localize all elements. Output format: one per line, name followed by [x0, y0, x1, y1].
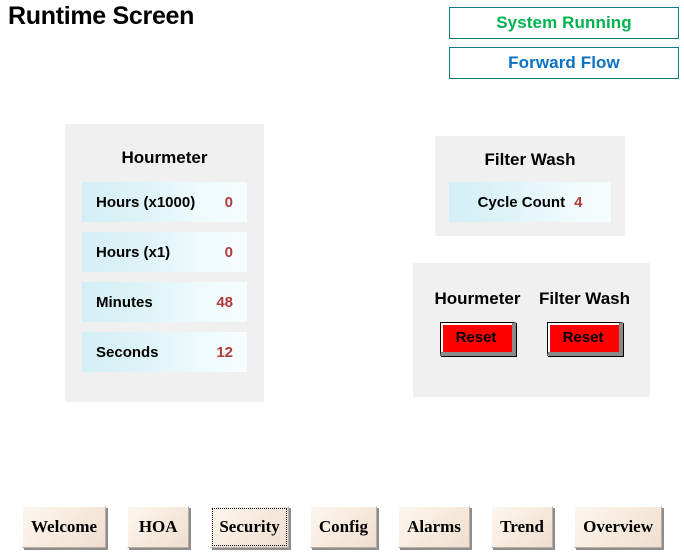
hourmeter-row-minutes: Minutes 48: [82, 282, 247, 322]
hourmeter-reset-button-label: Reset: [455, 329, 497, 346]
hourmeter-panel: Hourmeter Hours (x1000) 0 Hours (x1) 0 M…: [65, 124, 264, 402]
hourmeter-reset-button[interactable]: Reset: [439, 322, 516, 356]
reset-group-hourmeter: Hourmeter Reset: [426, 289, 529, 356]
nav-tab-overview-label: Overview: [583, 517, 653, 536]
status-badge-system-running: System Running: [449, 7, 679, 39]
hourmeter-row-seconds: Seconds 12: [82, 332, 247, 372]
filter-wash-reset-button[interactable]: Reset: [546, 322, 623, 356]
filter-wash-panel-title: Filter Wash: [484, 150, 576, 169]
status-badge-system-running-label: System Running: [496, 13, 632, 32]
reset-group-filter-wash-caption: Filter Wash: [539, 289, 630, 308]
status-badge-forward-flow: Forward Flow: [449, 47, 679, 79]
filter-wash-reset-button-label: Reset: [562, 329, 604, 346]
row-label: Cycle Count: [477, 193, 566, 211]
row-value: 4: [574, 193, 583, 211]
status-banner-group: System Running Forward Flow: [449, 7, 679, 79]
nav-tab-welcome-label: Welcome: [31, 517, 98, 536]
row-label: Minutes: [96, 293, 153, 311]
hourmeter-row-hours-x1: Hours (x1) 0: [82, 232, 247, 272]
nav-tab-trend-label: Trend: [500, 517, 544, 536]
row-label: Seconds: [96, 343, 159, 361]
nav-tab-overview[interactable]: Overview: [574, 506, 662, 548]
reset-group-hourmeter-caption: Hourmeter: [434, 289, 521, 308]
nav-tab-config[interactable]: Config: [309, 506, 377, 548]
nav-tab-security[interactable]: Security: [210, 506, 289, 548]
row-value: 48: [216, 293, 233, 311]
row-value: 0: [224, 243, 233, 261]
reset-group-filter-wash: Filter Wash Reset: [533, 289, 636, 356]
row-value: 12: [216, 343, 233, 361]
hourmeter-panel-title: Hourmeter: [121, 148, 208, 167]
page-title: Runtime Screen: [8, 2, 195, 30]
hourmeter-row-hours-x1000: Hours (x1000) 0: [82, 182, 247, 222]
status-badge-forward-flow-label: Forward Flow: [508, 53, 620, 72]
bottom-navigation-bar: Welcome HOA Security Config Alarms Trend…: [22, 506, 662, 548]
row-label: Hours (x1000): [96, 193, 196, 211]
nav-tab-alarms[interactable]: Alarms: [398, 506, 470, 548]
reset-panel: Hourmeter Reset Filter Wash Reset: [413, 263, 650, 397]
filter-wash-row-cycle-count: Cycle Count 4: [449, 182, 611, 222]
row-value: 0: [224, 193, 233, 211]
hourmeter-row-list: Hours (x1000) 0 Hours (x1) 0 Minutes 48 …: [65, 182, 264, 372]
nav-tab-hoa-label: HOA: [138, 517, 178, 536]
nav-tab-security-label: Security: [219, 517, 280, 536]
nav-tab-trend[interactable]: Trend: [491, 506, 554, 548]
nav-tab-hoa[interactable]: HOA: [127, 506, 190, 548]
nav-tab-alarms-label: Alarms: [407, 517, 461, 536]
nav-tab-config-label: Config: [318, 517, 368, 536]
nav-tab-welcome[interactable]: Welcome: [22, 506, 107, 548]
filter-wash-panel: Filter Wash Cycle Count 4: [435, 136, 625, 236]
row-label: Hours (x1): [96, 243, 171, 261]
filter-wash-row-list: Cycle Count 4: [435, 182, 625, 222]
